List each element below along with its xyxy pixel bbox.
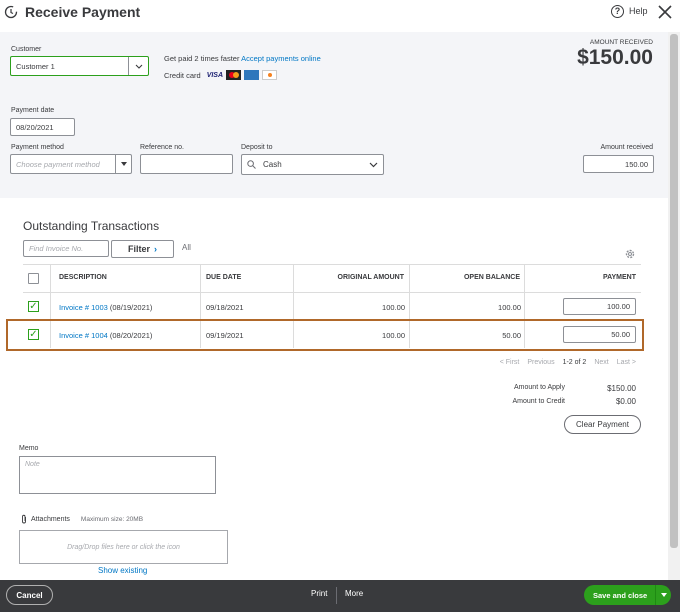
accept-payments-link[interactable]: Accept payments online [241, 54, 321, 63]
pagination-previous[interactable]: Previous [527, 359, 554, 366]
select-all-checkbox[interactable] [28, 273, 39, 284]
chevron-right-icon: › [154, 244, 157, 254]
attachments-header: Attachments Maximum size: 20MB [20, 514, 143, 524]
pagination: < First Previous 1-2 of 2 Next Last > [500, 359, 636, 366]
help-icon[interactable]: ? [611, 5, 624, 18]
clear-payment-button[interactable]: Clear Payment [564, 415, 641, 434]
row-open-balance: 100.00 [498, 303, 521, 312]
payment-date-label: Payment date [11, 107, 55, 114]
footer-divider [336, 587, 337, 604]
deposit-to-value: Cash [263, 160, 282, 169]
reference-label: Reference no. [140, 144, 184, 151]
memo-label: Memo [19, 445, 39, 452]
mastercard-icon [226, 70, 242, 80]
history-icon[interactable] [4, 5, 18, 19]
customer-label: Customer [11, 46, 42, 53]
deposit-to-label: Deposit to [241, 144, 273, 151]
amount-to-apply-label: Amount to Apply [514, 384, 565, 391]
pagination-first[interactable]: < First [500, 359, 520, 366]
payment-date-input[interactable]: 08/20/2021 [10, 118, 75, 136]
reference-input[interactable] [140, 154, 233, 174]
row-original-amount: 100.00 [382, 303, 405, 312]
amount-to-credit-value: $0.00 [615, 397, 636, 406]
show-existing-link[interactable]: Show existing [98, 566, 147, 575]
col-description[interactable]: DESCRIPTION [59, 274, 107, 281]
header: Receive Payment ? Help [0, 0, 680, 32]
page-title: Receive Payment [25, 4, 141, 20]
gear-icon[interactable] [624, 248, 636, 260]
max-size-text: Maximum size: 20MB [80, 515, 144, 523]
close-icon[interactable] [658, 5, 672, 19]
scrollbar-thumb[interactable] [670, 34, 678, 548]
customer-select[interactable]: Customer 1 [10, 56, 149, 76]
credit-card-row: Credit card VISA [164, 70, 278, 80]
payment-method-label: Payment method [11, 144, 64, 151]
visa-icon: VISA [206, 71, 224, 79]
discover-icon [262, 70, 278, 80]
row-checkbox[interactable]: ✓ [28, 301, 39, 312]
pagination-last[interactable]: Last > [617, 359, 636, 366]
pagination-next[interactable]: Next [594, 359, 608, 366]
row-payment-input[interactable]: 100.00 [563, 298, 636, 315]
attachments-label: Attachments [31, 515, 70, 523]
paperclip-icon [22, 514, 26, 524]
payment-method-placeholder: Choose payment method [16, 159, 100, 169]
pagination-range: 1-2 of 2 [562, 359, 587, 366]
caret-down-icon[interactable] [655, 585, 671, 605]
col-open-balance[interactable]: OPEN BALANCE [464, 274, 520, 281]
caret-down-icon[interactable] [115, 155, 131, 173]
amount-received-label: Amount received [600, 144, 653, 151]
memo-textarea[interactable]: Note [19, 456, 216, 494]
row-due-date: 09/18/2021 [206, 303, 244, 312]
chevron-down-icon[interactable] [128, 57, 148, 75]
outstanding-title: Outstanding Transactions [23, 219, 160, 233]
deposit-to-select[interactable]: Cash [241, 154, 384, 175]
all-label: All [182, 243, 191, 252]
col-original-amount[interactable]: ORIGINAL AMOUNT [338, 274, 405, 281]
save-and-close-button[interactable]: Save and close [584, 585, 671, 605]
amount-received-caption: AMOUNT RECEIVED [589, 39, 653, 46]
filter-button[interactable]: Filter › [111, 240, 174, 258]
row-description: Invoice # 1003 (08/19/2021) [59, 303, 153, 312]
promo-text: Get paid 2 times faster Accept payments … [164, 54, 321, 63]
footer-bar: Cancel Print More Save and close [0, 580, 680, 612]
get-paid-text: Get paid 2 times faster [164, 54, 240, 63]
print-button[interactable]: Print [311, 589, 327, 598]
credit-card-label: Credit card [164, 70, 201, 80]
col-due-date[interactable]: DUE DATE [206, 274, 241, 281]
amount-received-input[interactable]: 150.00 [583, 155, 654, 173]
find-invoice-input[interactable]: Find Invoice No. [23, 240, 109, 257]
row-highlight-outline [6, 319, 644, 351]
amount-to-credit-label: Amount to Credit [512, 398, 565, 405]
attachments-dropzone[interactable]: Drag/Drop files here or click the icon [19, 530, 228, 564]
customer-value: Customer 1 [16, 61, 55, 71]
payment-method-select[interactable]: Choose payment method [10, 154, 132, 174]
amount-to-apply-value: $150.00 [607, 384, 636, 393]
col-payment: PAYMENT [602, 274, 636, 281]
amount-received-total: $150.00 [577, 46, 653, 69]
chevron-down-icon[interactable] [369, 162, 378, 168]
invoice-link[interactable]: Invoice # 1003 [59, 303, 108, 312]
search-icon [247, 160, 256, 169]
table-row: ✓ Invoice # 1003 (08/19/2021) 09/18/2021… [23, 293, 641, 320]
help-link[interactable]: Help [629, 6, 648, 16]
amex-icon [244, 70, 260, 80]
cancel-button[interactable]: Cancel [6, 585, 53, 605]
more-button[interactable]: More [345, 589, 363, 598]
table-top-border [23, 264, 641, 265]
